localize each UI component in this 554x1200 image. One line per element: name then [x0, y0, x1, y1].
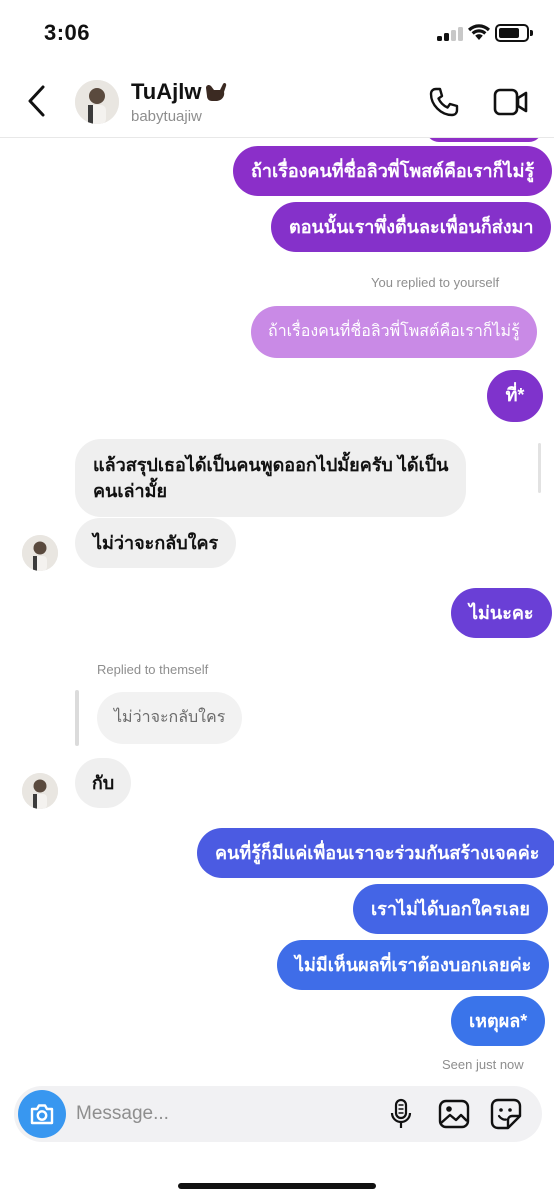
message-bubble-sent[interactable]: ไม่มีเห็นผลที่เราต้องบอกเลยค่ะ	[277, 940, 550, 990]
replied-message-quote[interactable]: ถ้าเรื่องคนที่ชื่อลิวพี่โพสต์คือเราก็ไม่…	[251, 306, 537, 358]
message-bubble-sent[interactable]: ที่*	[487, 370, 543, 422]
message-bubble-received[interactable]: กับ	[75, 758, 131, 808]
message-bubble-sent[interactable]	[426, 138, 542, 142]
message-bubble-received[interactable]: แล้วสรุปเธอได้เป็นคนพูดออกไปมั้ยครับ ได้…	[75, 439, 467, 517]
call-icon[interactable]	[428, 86, 460, 118]
chat-header: TuAjlw babytuajiw	[0, 66, 554, 138]
contact-username[interactable]: babytuajiw	[131, 108, 202, 125]
profile-photo-icon	[75, 80, 119, 124]
home-indicator[interactable]	[178, 1183, 376, 1189]
avatar[interactable]	[22, 773, 58, 809]
profile-photo-icon	[22, 535, 58, 571]
message-composer	[14, 1086, 542, 1142]
message-line: คนเล่ามั้ย	[93, 481, 168, 501]
reply-indicator-bar	[538, 443, 541, 493]
contact-name[interactable]: TuAjlw	[131, 79, 231, 105]
wifi-icon	[468, 24, 490, 40]
cellular-signal-icon	[437, 27, 463, 41]
message-bubble-sent[interactable]: คนที่รู้ก็มีแค่เพื่อนเราจะร่วมกันสร้างเจ…	[197, 828, 554, 878]
message-line: แล้วสรุปเธอได้เป็นคนพูดออกไปมั้ยครับ ได้…	[93, 455, 449, 475]
call-me-hand-icon	[206, 82, 227, 101]
message-bubble-sent[interactable]: เราไม่ได้บอกใครเลย	[353, 884, 548, 934]
back-icon[interactable]	[24, 84, 50, 118]
message-bubble-sent[interactable]: ไม่นะคะ	[451, 588, 552, 638]
battery-icon	[495, 24, 533, 42]
video-call-icon[interactable]	[493, 88, 529, 116]
replied-message-quote[interactable]: ไม่ว่าจะกลับใคร	[97, 692, 243, 744]
message-bubble-received[interactable]: ไม่ว่าจะกลับใคร	[75, 518, 237, 568]
message-bubble-sent[interactable]: เหตุผล*	[451, 996, 546, 1046]
camera-button[interactable]	[18, 1090, 66, 1138]
seen-status: Seen just now	[442, 1057, 524, 1072]
profile-photo-icon	[22, 773, 58, 809]
message-bubble-sent[interactable]: ถ้าเรื่องคนที่ชื่อลิวพี่โพสต์คือเราก็ไม่…	[233, 146, 553, 196]
gallery-icon[interactable]	[438, 1099, 470, 1129]
status-time: 3:06	[44, 20, 91, 45]
message-input[interactable]	[76, 1102, 326, 1126]
message-bubble-sent[interactable]: ตอนนั้นเราพึ่งตื่นละเพื่อนก็ส่งมา	[271, 202, 552, 252]
contact-name-text: TuAjlw	[131, 79, 202, 104]
sticker-icon[interactable]	[490, 1098, 522, 1130]
avatar[interactable]	[22, 535, 58, 571]
status-bar: 3:06	[0, 0, 554, 66]
avatar[interactable]	[75, 80, 119, 124]
reply-indicator-bar	[75, 690, 79, 746]
reply-note: You replied to yourself	[371, 275, 500, 290]
reply-note: Replied to themself	[97, 662, 209, 677]
message-thread[interactable]: ถ้าเรื่องคนที่ชื่อลิวพี่โพสต์คือเราก็ไม่…	[0, 138, 554, 1084]
microphone-icon[interactable]	[388, 1098, 414, 1130]
camera-icon	[30, 1104, 54, 1125]
